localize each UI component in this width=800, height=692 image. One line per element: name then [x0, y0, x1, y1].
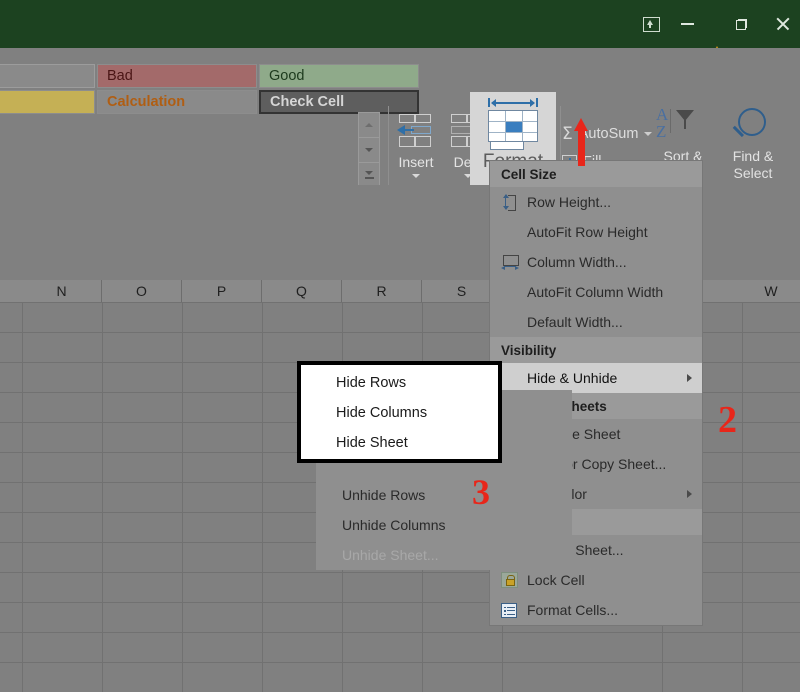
magnifier-icon: [720, 106, 786, 148]
insert-dropdown-arrow-icon[interactable]: [390, 174, 442, 178]
gallery-scroll-up-icon[interactable]: [359, 113, 379, 138]
sigma-icon: Σ: [562, 124, 573, 144]
cell-styles-gallery[interactable]: rmal Bad Good utral Calculation Check Ce…: [0, 64, 370, 119]
menu-item-label: Hide & Unhide: [527, 370, 702, 386]
menu-item-autofit-row-height[interactable]: AutoFit Row Height: [490, 217, 702, 247]
style-normal[interactable]: rmal: [0, 64, 95, 88]
insert-button[interactable]: Insert: [390, 112, 442, 178]
style-bad[interactable]: Bad: [97, 64, 257, 88]
restore-button[interactable]: [718, 8, 764, 40]
insert-icon: [390, 112, 442, 154]
sort-filter-icon: AZ: [650, 106, 716, 148]
find-select-label-line2: Select: [720, 165, 786, 182]
menu-item-label: Format Cells...: [527, 602, 702, 618]
submenu-item-label: Unhide Rows: [342, 487, 572, 503]
submenu-item-unhide-columns[interactable]: Unhide Columns: [316, 510, 572, 540]
column-header-r[interactable]: R: [342, 280, 422, 302]
menu-item-hide-and-unhide[interactable]: Hide & Unhide: [490, 363, 702, 393]
insert-label: Insert: [390, 154, 442, 170]
menu-item-autofit-column-width[interactable]: AutoFit Column Width: [490, 277, 702, 307]
column-header-w[interactable]: W: [742, 280, 800, 302]
column-header-q[interactable]: Q: [262, 280, 342, 302]
column-header-p[interactable]: P: [182, 280, 262, 302]
callout-item-hide-columns[interactable]: Hide Columns: [301, 398, 498, 428]
menu-item-label: Row Height...: [527, 194, 702, 210]
column-header-n[interactable]: N: [22, 280, 102, 302]
highlight-callout-box: Hide Rows Hide Columns Hide Sheet: [297, 361, 502, 463]
menu-item-default-width[interactable]: Default Width...: [490, 307, 702, 337]
find-select-label-line1: Find &: [720, 148, 786, 165]
annotation-arrow-1-icon: [574, 118, 588, 166]
menu-item-label: Lock Cell: [527, 572, 702, 588]
submenu-arrow-icon: [687, 490, 692, 498]
row-height-icon: [501, 194, 527, 210]
styles-gallery-scroll[interactable]: [358, 112, 380, 186]
style-neutral[interactable]: utral: [0, 90, 95, 114]
annotation-number-3: 3: [472, 471, 490, 513]
style-good[interactable]: Good: [259, 64, 419, 88]
menu-item-label: AutoFit Row Height: [527, 224, 702, 240]
submenu-item-label: Unhide Columns: [342, 517, 572, 533]
gallery-scroll-down-icon[interactable]: [359, 138, 379, 163]
column-header-o[interactable]: O: [102, 280, 182, 302]
gallery-more-icon[interactable]: [359, 163, 379, 187]
minimize-button[interactable]: [664, 8, 710, 40]
menu-item-format-cells[interactable]: Format Cells...: [490, 595, 702, 625]
menu-item-row-height[interactable]: Row Height...: [490, 187, 702, 217]
submenu-arrow-icon: [687, 374, 692, 382]
callout-item-hide-sheet[interactable]: Hide Sheet: [301, 428, 498, 458]
menu-item-label: AutoFit Column Width: [527, 284, 702, 300]
format-cells-icon: [501, 603, 527, 618]
menu-item-label: Default Width...: [527, 314, 702, 330]
annotation-number-2: 2: [718, 398, 737, 442]
submenu-item-unhide-rows[interactable]: Unhide Rows: [316, 480, 572, 510]
menu-item-column-width[interactable]: Column Width...: [490, 247, 702, 277]
title-bar: [0, 0, 800, 48]
menu-section-cell-size: Cell Size: [490, 161, 702, 187]
column-width-icon: [501, 255, 527, 269]
close-button[interactable]: [766, 8, 800, 40]
submenu-item-unhide-sheet: Unhide Sheet...: [316, 540, 572, 570]
style-calculation[interactable]: Calculation: [97, 90, 257, 114]
format-icon: [480, 98, 546, 150]
callout-item-hide-rows[interactable]: Hide Rows: [301, 368, 498, 398]
menu-item-label: Column Width...: [527, 254, 702, 270]
find-and-select-button[interactable]: Find & Select: [720, 106, 786, 182]
menu-section-visibility: Visibility: [490, 337, 702, 363]
submenu-item-label: Unhide Sheet...: [342, 547, 572, 563]
lock-cell-icon: [501, 572, 527, 588]
